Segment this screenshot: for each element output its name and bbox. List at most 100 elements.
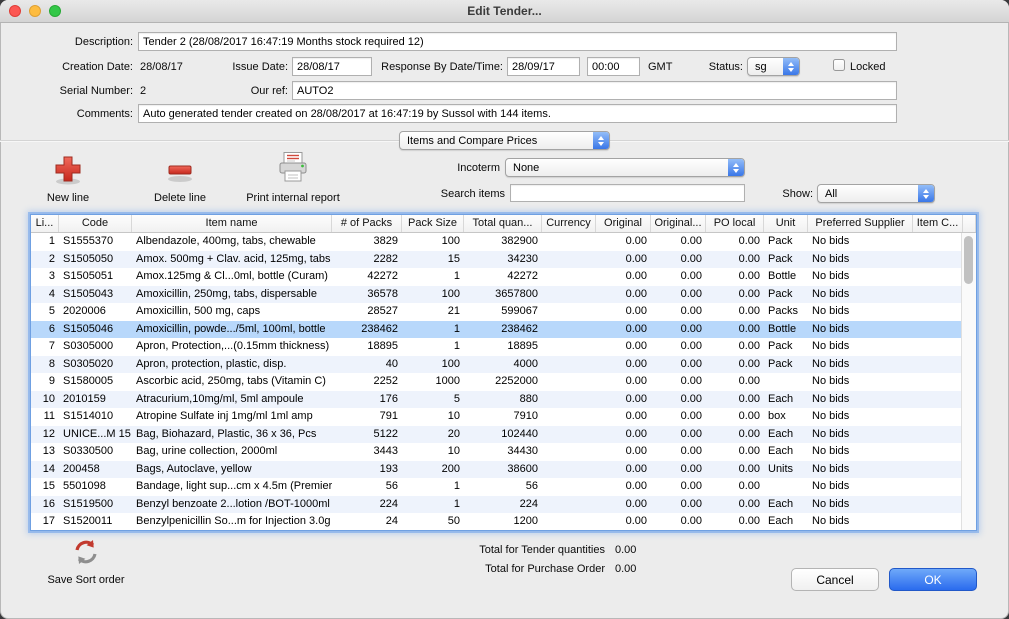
table-row[interactable]: 9S1580005Ascorbic acid, 250mg, tabs (Vit…: [31, 373, 961, 391]
serial-number-value: 2: [140, 85, 146, 97]
table-cell: 0.00: [706, 251, 764, 269]
table-row[interactable]: 2S1505050Amox. 500mg + Clav. acid, 125mg…: [31, 251, 961, 269]
table-row[interactable]: 4S1505043Amoxicillin, 250mg, tabs, dispe…: [31, 286, 961, 304]
table-cell: S1519500: [59, 496, 132, 514]
table-cell: [764, 478, 808, 496]
creation-date-value: 28/08/17: [140, 61, 183, 73]
delete-line-button[interactable]: Delete line: [140, 152, 220, 204]
table-cell: 15: [31, 478, 59, 496]
table-row[interactable]: 7S0305000Apron, Protection,...(0.15mm th…: [31, 338, 961, 356]
search-items-label: Search items: [400, 188, 505, 200]
response-time-input[interactable]: [587, 57, 640, 76]
table-cell: 0.00: [706, 426, 764, 444]
table-row[interactable]: 6S1505046Amoxicillin, powde.../5ml, 100m…: [31, 321, 961, 339]
table-row[interactable]: 12UNICE...M 15Bag, Biohazard, Plastic, 3…: [31, 426, 961, 444]
table-row[interactable]: 1S1555370Albendazole, 400mg, tabs, chewa…: [31, 233, 961, 251]
minimize-button-icon[interactable]: [29, 5, 41, 17]
close-button-icon[interactable]: [9, 5, 21, 17]
column-header[interactable]: Original...: [651, 215, 706, 232]
column-header[interactable]: PO local: [706, 215, 764, 232]
table-cell: S1505046: [59, 321, 132, 339]
search-items-input[interactable]: [510, 184, 745, 202]
response-date-input[interactable]: [507, 57, 580, 76]
items-table: Li...CodeItem name# of PacksPack SizeTot…: [30, 214, 977, 531]
table-cell: 0.00: [596, 513, 651, 530]
our-ref-input[interactable]: [292, 81, 897, 100]
column-header[interactable]: Item C...: [913, 215, 963, 232]
print-internal-report-button[interactable]: Print internal report: [238, 150, 348, 204]
table-cell: 0.00: [706, 408, 764, 426]
table-cell: 1200: [464, 513, 542, 530]
table-cell: 0.00: [651, 426, 706, 444]
incoterm-select[interactable]: None: [505, 158, 745, 177]
table-cell: Ascorbic acid, 250mg, tabs (Vitamin C): [132, 373, 332, 391]
table-cell: No bids: [808, 251, 913, 269]
column-header[interactable]: Total quan...: [464, 215, 542, 232]
table-cell: 102440: [464, 426, 542, 444]
table-cell: 4: [31, 286, 59, 304]
comments-input[interactable]: [138, 104, 897, 123]
issue-date-input[interactable]: [292, 57, 372, 76]
our-ref-label: Our ref:: [200, 85, 288, 97]
table-cell: 0.00: [706, 496, 764, 514]
column-header[interactable]: Unit: [764, 215, 808, 232]
table-row[interactable]: 52020006Amoxicillin, 500 mg, caps2852721…: [31, 303, 961, 321]
table-row[interactable]: 3S1505051Amox.125mg & Cl...0ml, bottle (…: [31, 268, 961, 286]
table-cell: 0.00: [596, 391, 651, 409]
table-cell: 17: [31, 513, 59, 530]
new-line-button[interactable]: New line: [28, 152, 108, 204]
table-cell: 20: [402, 426, 464, 444]
column-header[interactable]: Pack Size: [402, 215, 464, 232]
column-header[interactable]: Code: [59, 215, 132, 232]
ok-button[interactable]: OK: [889, 568, 977, 591]
table-cell: Amoxicillin, 250mg, tabs, dispersable: [132, 286, 332, 304]
cancel-button[interactable]: Cancel: [791, 568, 879, 591]
table-row[interactable]: 14200458Bags, Autoclave, yellow193200386…: [31, 461, 961, 479]
column-header[interactable]: Currency: [542, 215, 596, 232]
table-cell: [542, 268, 596, 286]
table-row[interactable]: 17S1520011Benzylpenicillin So...m for In…: [31, 513, 961, 530]
table-row[interactable]: 102010159Atracurium,10mg/ml, 5ml ampoule…: [31, 391, 961, 409]
table-row[interactable]: 13S0330500Bag, urine collection, 2000ml3…: [31, 443, 961, 461]
column-header[interactable]: Original: [596, 215, 651, 232]
show-filter-select[interactable]: All: [817, 184, 935, 203]
table-cell: 18895: [332, 338, 402, 356]
table-cell: box: [764, 408, 808, 426]
table-cell: [913, 496, 961, 514]
title-bar[interactable]: Edit Tender...: [0, 0, 1009, 23]
locked-checkbox[interactable]: [833, 59, 845, 71]
table-cell: 42272: [464, 268, 542, 286]
table-row[interactable]: 16S1519500Benzyl benzoate 2...lotion /BO…: [31, 496, 961, 514]
table-row[interactable]: 11S1514010Atropine Sulfate inj 1mg/ml 1m…: [31, 408, 961, 426]
table-cell: 28527: [332, 303, 402, 321]
table-cell: [542, 408, 596, 426]
timezone-label: GMT: [648, 61, 672, 73]
table-row[interactable]: 8S0305020Apron, protection, plastic, dis…: [31, 356, 961, 374]
column-header[interactable]: Item name: [132, 215, 332, 232]
column-header[interactable]: Preferred Supplier: [808, 215, 913, 232]
table-cell: 3829: [332, 233, 402, 251]
table-cell: 5: [31, 303, 59, 321]
table-cell: 0.00: [706, 338, 764, 356]
table-cell: 238462: [464, 321, 542, 339]
save-sort-order-button[interactable]: Save Sort order: [36, 538, 136, 586]
table-cell: Bottle: [764, 321, 808, 339]
table-cell: [542, 303, 596, 321]
table-cell: [764, 373, 808, 391]
status-select[interactable]: sg: [747, 57, 800, 76]
vertical-scrollbar[interactable]: [961, 233, 976, 530]
table-cell: 7910: [464, 408, 542, 426]
column-header[interactable]: Li...: [31, 215, 59, 232]
table-cell: 9: [31, 373, 59, 391]
table-cell: 0.00: [596, 496, 651, 514]
view-mode-select[interactable]: Items and Compare Prices: [399, 131, 610, 150]
table-cell: 224: [464, 496, 542, 514]
scrollbar-thumb[interactable]: [964, 236, 973, 284]
description-input[interactable]: [138, 32, 897, 51]
column-header[interactable]: # of Packs: [332, 215, 402, 232]
zoom-button-icon[interactable]: [49, 5, 61, 17]
printer-icon: [275, 150, 311, 189]
table-cell: [913, 251, 961, 269]
table-cell: Each: [764, 391, 808, 409]
table-row[interactable]: 155501098Bandage, light sup...cm x 4.5m …: [31, 478, 961, 496]
